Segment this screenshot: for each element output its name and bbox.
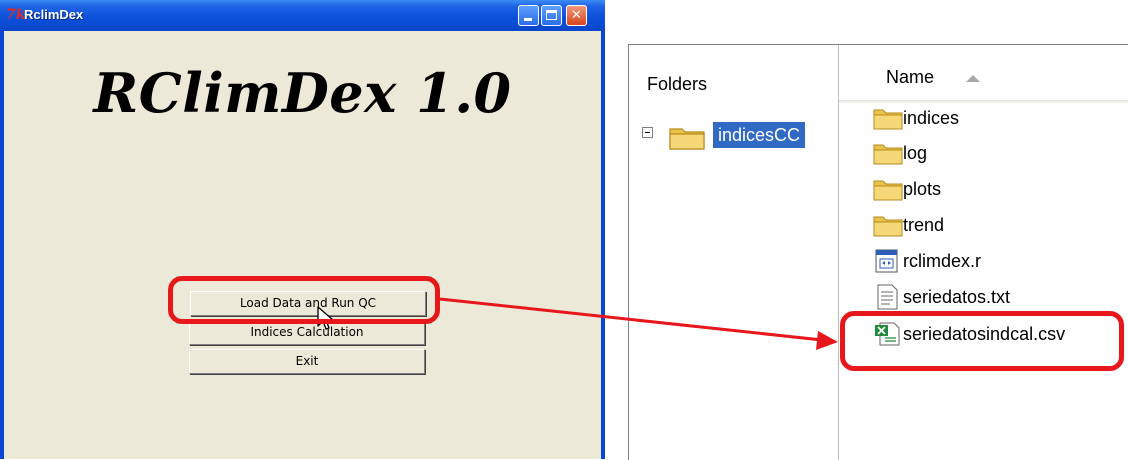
close-icon: ✕ xyxy=(571,8,582,23)
folder-icon xyxy=(873,109,903,130)
folder-icon xyxy=(873,216,903,237)
file-item-seriedatos-txt[interactable]: seriedatos.txt xyxy=(873,281,1010,313)
collapse-toggle-icon[interactable] xyxy=(642,127,653,138)
file-name: seriedatos.txt xyxy=(903,286,1011,307)
window-client-area: RClimDex 1.0 Load Data and Run QC Indice… xyxy=(4,31,601,459)
file-name: log xyxy=(903,142,928,163)
file-item-rclimdex-r[interactable]: rclimdex.r xyxy=(873,245,981,277)
csv-file-icon xyxy=(875,322,900,346)
window-title: RclimDex xyxy=(24,7,84,22)
folder-icon xyxy=(873,144,903,165)
file-item-plots[interactable]: plots xyxy=(873,173,941,205)
load-data-button[interactable]: Load Data and Run QC xyxy=(190,291,426,316)
sort-ascending-icon xyxy=(966,75,980,82)
file-name: plots xyxy=(903,178,942,199)
tree-item-indicescc[interactable]: indicesCC xyxy=(713,122,806,148)
rclimdex-window: 7k RclimDex ✕ RClimDex 1.0 Load Data and… xyxy=(0,0,605,459)
files-pane: Name indices log plots trend rclimdex.r … xyxy=(839,45,1128,460)
file-item-log[interactable]: log xyxy=(873,137,927,169)
tk-feather-icon: 7k xyxy=(6,7,26,23)
file-item-trend[interactable]: trend xyxy=(873,209,944,241)
exit-button[interactable]: Exit xyxy=(189,349,425,374)
indices-calculation-button[interactable]: Indices Calculation xyxy=(189,320,425,345)
r-script-icon xyxy=(875,249,898,273)
text-file-icon xyxy=(877,284,898,310)
mouse-pointer-icon xyxy=(317,306,334,330)
minimize-button[interactable] xyxy=(518,5,539,26)
name-column-header[interactable]: Name xyxy=(886,67,934,88)
file-item-indices[interactable]: indices xyxy=(873,102,959,134)
minimize-icon xyxy=(524,18,532,21)
file-name: indices xyxy=(903,107,960,128)
folders-header: Folders xyxy=(647,74,708,94)
file-explorer: Folders indicesCC Name indices log plots… xyxy=(628,44,1128,460)
title-bar[interactable]: 7k RclimDex ✕ xyxy=(0,0,605,31)
app-heading: RClimDex 1.0 xyxy=(93,61,512,125)
folder-icon xyxy=(669,128,705,150)
maximize-button[interactable] xyxy=(541,5,562,26)
maximize-icon xyxy=(546,10,557,20)
folder-icon xyxy=(873,180,903,201)
file-item-seriedatosindcal-csv[interactable]: seriedatosindcal.csv xyxy=(873,318,1065,350)
folders-pane: Folders indicesCC xyxy=(629,45,839,460)
close-button[interactable]: ✕ xyxy=(566,5,587,26)
file-name: seriedatosindcal.csv xyxy=(903,323,1066,344)
file-name: trend xyxy=(903,214,945,235)
file-name: rclimdex.r xyxy=(903,250,982,271)
